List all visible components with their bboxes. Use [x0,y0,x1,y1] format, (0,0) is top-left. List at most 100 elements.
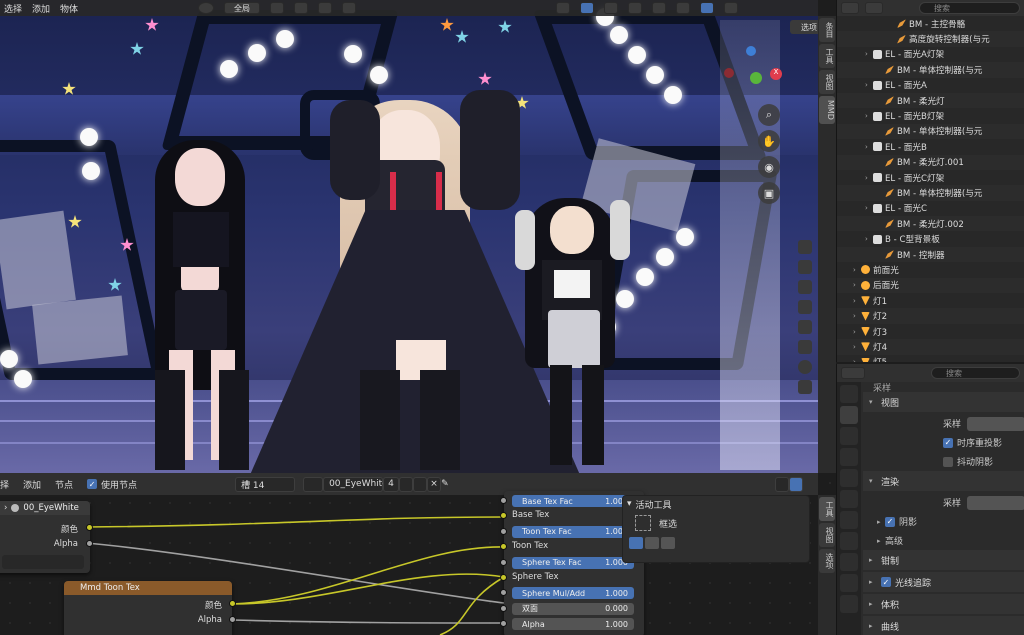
character-right[interactable] [510,190,640,473]
pin-icon[interactable]: ✎ [441,477,455,492]
checkbox-checked-icon[interactable]: ✓ [943,437,953,448]
viewport-samples-field[interactable] [967,416,1024,431]
outliner-row[interactable]: BM - 柔光灯.002 [837,216,1024,232]
outliner-row[interactable]: BM - 单体控制器(与元 [837,185,1024,201]
chevron-right-icon[interactable]: › [865,50,873,58]
image-texture-node[interactable]: › 00_EyeWhite 颜色 Alpha [0,501,93,573]
outliner-row[interactable]: › EL - 面光A [837,78,1024,93]
outliner-row[interactable]: BM - 柔光灯 [837,92,1024,109]
chevron-right-icon[interactable]: › [865,112,873,120]
filter-dropdown[interactable] [865,2,883,14]
mmd-toon-tex-node[interactable]: Mmd Toon Tex 颜色 Alpha [64,581,236,635]
input-socket[interactable] [500,604,507,612]
render-samples-field[interactable] [967,495,1024,510]
menu-select[interactable]: 择 [0,478,9,491]
mode-new-icon[interactable] [629,537,643,549]
tab-view[interactable]: 视图 [819,523,835,547]
tool-clipboard-icon[interactable] [798,300,812,314]
3d-viewport[interactable]: 选择 添加 物体 全局 选项 X ⌕ ✋ ◉ ▣ [0,0,818,473]
chevron-right-icon[interactable]: › [865,143,873,151]
world-properties-tab[interactable] [840,490,858,508]
outliner-row[interactable]: BM - 柔光灯.001 [837,154,1024,170]
outliner-search-input[interactable]: 搜索 [919,2,1020,14]
camera-icon[interactable]: ◉ [758,156,780,178]
jitter-shadows-row[interactable]: 抖动阴影 [863,452,1024,471]
input-value-field[interactable]: Base Tex Fac 1.000 [512,495,634,507]
image-datablock-field[interactable] [2,555,84,569]
visibility-button[interactable] [556,2,571,14]
xray-toggle[interactable] [628,2,643,14]
outliner-row[interactable]: › 灯1 [837,293,1024,308]
snap-type-button[interactable] [294,2,309,14]
tool-settings-tab[interactable] [840,385,858,403]
outliner-row[interactable]: › EL - 面光C [837,201,1024,216]
tab-item[interactable]: 条目 [819,18,835,42]
outliner-row[interactable]: BM - 主控骨骼 [837,16,1024,31]
input-socket[interactable] [500,543,507,551]
input-socket[interactable] [500,620,507,628]
mode-subtract-icon[interactable] [661,537,675,549]
slot-dropdown[interactable]: 槽 14 [235,476,296,492]
advanced-row[interactable]: ▸ 高级 [863,531,1024,550]
outliner-row[interactable]: › 灯5 [837,355,1024,362]
chevron-right-icon[interactable]: › [865,235,873,243]
box-select-row[interactable]: 框选 [623,512,809,534]
chevron-right-icon[interactable]: › [853,358,861,362]
checkbox-icon[interactable] [943,456,953,467]
chevron-right-icon[interactable]: › [853,281,861,289]
unlink-close-icon[interactable]: × [427,476,442,492]
outliner-row[interactable]: › EL - 面光A灯架 [837,47,1024,62]
shading-rendered[interactable] [724,2,739,14]
menu-select[interactable]: 选择 [4,2,22,15]
orientation-dropdown[interactable]: 全局 [224,2,261,14]
input-socket[interactable] [500,558,507,566]
outliner-row[interactable]: › EL - 面光B [837,139,1024,154]
outliner-row[interactable]: BM - 单体控制器(与元 [837,123,1024,140]
overlay-toggle-icon[interactable] [789,476,804,492]
outliner-row[interactable]: › 灯2 [837,308,1024,324]
section-curves[interactable]: ▸ 曲线 [863,616,1024,635]
tool-record-icon[interactable] [798,360,812,374]
menu-add[interactable]: 添加 [32,2,50,15]
zoom-icon[interactable]: ⌕ [758,104,780,126]
tab-tool[interactable]: 工具 [819,44,835,68]
gizmo-y-axis[interactable] [750,72,762,84]
outliner-row[interactable]: › EL - 面光B灯架 [837,108,1024,123]
tool-transform-icon[interactable] [798,380,812,394]
input-socket[interactable] [500,527,507,535]
constraints-tab[interactable] [840,595,858,613]
section-render[interactable]: ▾ 渲染 [863,471,1024,491]
output-color-socket[interactable] [86,524,93,531]
input-value-field[interactable]: 双面 0.000 [512,602,634,615]
temporal-reprojection-row[interactable]: ✓ 时序重投影 [863,433,1024,452]
section-raytracing[interactable]: ▸ ✓ 光线追踪 [863,572,1024,592]
snap-toggle[interactable] [270,2,285,14]
tab-options[interactable]: 选项 [819,549,835,573]
tool-transform-icon[interactable] [798,240,812,254]
outliner-row[interactable]: › 灯4 [837,339,1024,355]
output-properties-tab[interactable] [840,427,858,445]
use-nodes-toggle[interactable]: ✓ 使用节点 [87,478,137,491]
view-layer-tab[interactable] [840,448,858,466]
user-count[interactable]: 4 [383,476,400,492]
duplicate-icon[interactable] [413,476,428,492]
mode-extend-icon[interactable] [645,537,659,549]
gizmo-toggle[interactable] [580,2,595,14]
input-socket[interactable] [500,497,507,504]
render-properties-tab[interactable] [840,406,858,424]
chevron-right-icon[interactable]: › [853,297,861,305]
input-value-field[interactable]: Sphere Tex Fac 1.000 [512,556,634,569]
input-socket[interactable] [500,589,507,597]
checkbox-checked-icon[interactable]: ✓ [885,516,895,527]
chevron-right-icon[interactable]: › [853,312,861,320]
gizmo-neg-x-axis[interactable] [724,68,734,78]
output-alpha-socket[interactable] [229,616,236,623]
tab-mmd[interactable]: MMD [819,96,835,124]
checkbox-checked-icon[interactable]: ✓ [881,577,891,587]
input-value-field[interactable]: Alpha 1.000 [512,618,634,631]
lock-icon[interactable]: ▣ [758,182,780,204]
outliner-row[interactable]: › 灯3 [837,324,1024,339]
tab-view[interactable]: 视图 [819,70,835,94]
scene-properties-tab[interactable] [840,469,858,487]
pan-hand-icon[interactable]: ✋ [758,130,780,152]
